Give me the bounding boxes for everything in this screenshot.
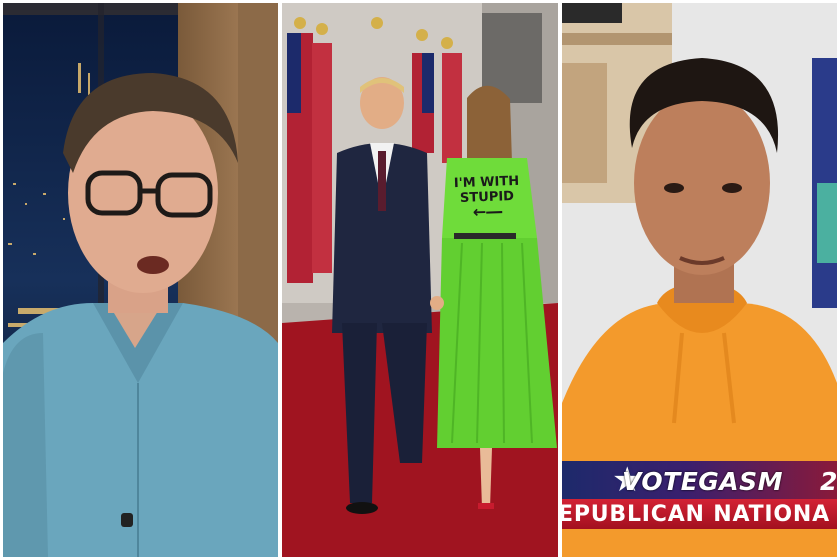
arrow-left-icon: ←― [472, 201, 503, 222]
lower-third-subtitle: EPUBLICAN NATIONA [562, 502, 830, 527]
shirt-slogan-line1: I'M WITH [453, 173, 520, 192]
lower-third-logo-suffix: 2 [820, 467, 837, 496]
left-video-panel [3, 3, 278, 557]
center-video-panel: I'M WITH STUPID ←― [282, 3, 558, 557]
center-panel-scene [282, 3, 558, 557]
news-lower-third: ★ VOTEGASM 2 EPUBLICAN NATIONA [562, 461, 837, 529]
lower-third-subtitle-bar: EPUBLICAN NATIONA [562, 499, 837, 529]
lapel-mic-icon [121, 513, 133, 527]
lower-third-banner: ★ VOTEGASM 2 [562, 461, 837, 499]
left-panel-scene [3, 3, 278, 557]
lower-third-logo: VOTEGASM [622, 467, 784, 496]
shirt-slogan: I'M WITH STUPID ←― [445, 173, 528, 222]
